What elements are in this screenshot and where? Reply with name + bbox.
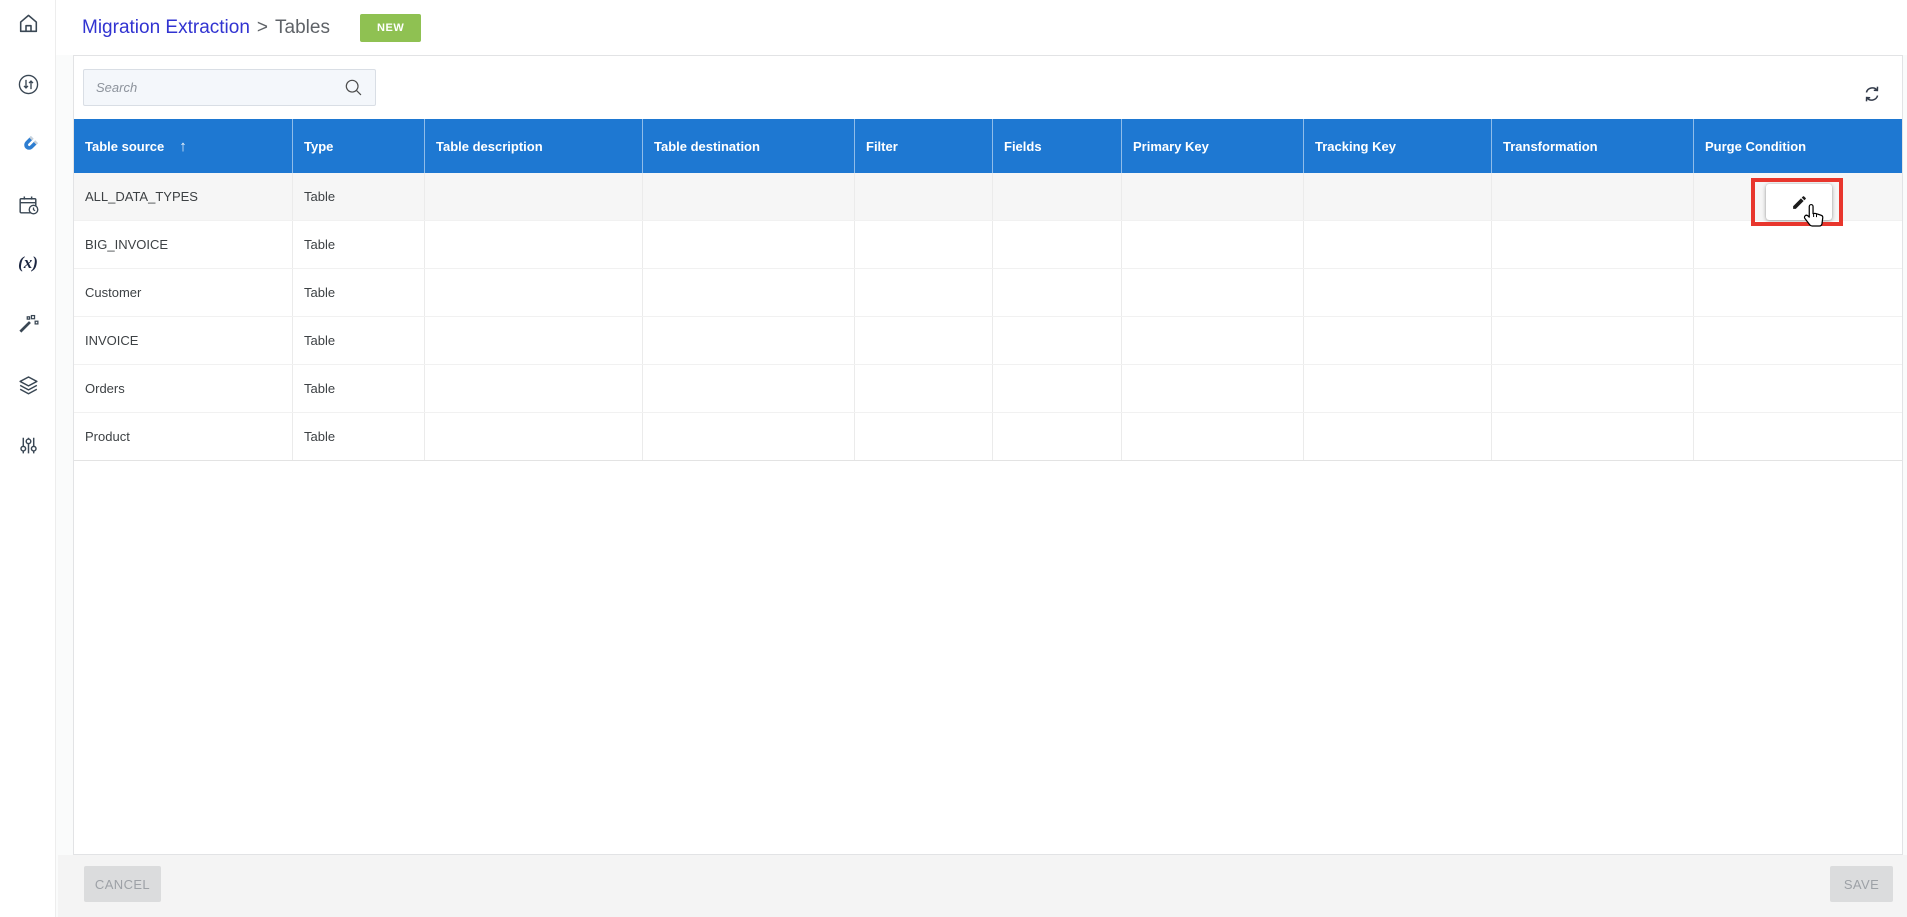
table-row-big-invoice[interactable]: BIG_INVOICE Table [74,221,1902,269]
column-header-tracking-key[interactable]: Tracking Key [1304,119,1492,173]
pencil-icon [1792,195,1806,209]
breadcrumb-separator: > [256,16,269,38]
cell-type: Table [293,317,425,364]
cell-table-source: ALL_DATA_TYPES [74,173,293,220]
table-header-row: Table source ↑ Type Table description Ta… [74,119,1902,173]
column-header-table-destination[interactable]: Table destination [643,119,855,173]
cell-table-destination [643,173,855,220]
cell-purge-condition [1694,173,1902,227]
search-input[interactable] [96,80,343,95]
top-bar: Migration Extraction > Tables NEW [56,0,1907,55]
layers-icon[interactable] [15,372,41,398]
cell-type: Table [293,173,425,220]
cell-primary-key [1122,173,1304,220]
cell-table-description [425,173,643,220]
breadcrumb-current-tables: Tables [275,16,330,38]
column-header-primary-key[interactable]: Primary Key [1122,119,1304,173]
breadcrumb: Migration Extraction > Tables [82,17,330,39]
cell-type: Table [293,365,425,412]
cell-tracking-key [1304,173,1492,220]
cell-transformation [1492,173,1694,220]
content-card: Table source ↑ Type Table description Ta… [73,55,1903,855]
cancel-button[interactable]: CANCEL [84,866,161,902]
column-header-table-description[interactable]: Table description [425,119,643,173]
cell-table-source: Orders [74,365,293,412]
table-row-invoice[interactable]: INVOICE Table [74,317,1902,365]
cell-fields [993,173,1122,220]
search-box [83,69,376,106]
cell-table-source: BIG_INVOICE [74,221,293,268]
home-icon[interactable] [15,10,41,36]
cell-table-source: Customer [74,269,293,316]
cell-type: Table [293,413,425,460]
column-header-filter[interactable]: Filter [855,119,993,173]
search-icon[interactable] [343,77,365,99]
column-header-table-source[interactable]: Table source ↑ [74,119,293,173]
save-button[interactable]: SAVE [1830,866,1893,902]
table-row-all-data-types[interactable]: ALL_DATA_TYPES Table [74,173,1902,227]
edit-purge-condition-button[interactable] [1766,184,1832,220]
function-icon-glyph: (x) [18,253,38,272]
sidebar: (x) [0,0,56,917]
column-header-type[interactable]: Type [293,119,425,173]
cell-table-source: INVOICE [74,317,293,364]
magic-wand-icon[interactable] [15,310,41,336]
sliders-icon[interactable] [15,432,41,458]
main-area: Migration Extraction > Tables NEW Search… [56,0,1907,917]
magnet-icon[interactable] [15,132,41,158]
table-row-customer[interactable]: Customer Table [74,269,1902,317]
sort-ascending-icon[interactable]: ↑ [179,138,187,155]
cell-type: Table [293,269,425,316]
breadcrumb-link-migration-extraction[interactable]: Migration Extraction [82,17,250,39]
new-button[interactable]: NEW [359,13,422,42]
tables-grid: Table source ↑ Type Table description Ta… [74,119,1902,461]
cell-table-source: Product [74,413,293,460]
column-header-transformation[interactable]: Transformation [1492,119,1694,173]
calendar-clock-icon[interactable] [15,192,41,218]
column-header-purge-condition[interactable]: Purge Condition [1694,119,1902,173]
footer-bar: CANCEL SAVE [58,855,1907,917]
sync-arrows-icon[interactable] [15,71,41,97]
function-icon[interactable]: (x) [15,250,41,276]
cell-type: Table [293,221,425,268]
column-header-fields[interactable]: Fields [993,119,1122,173]
refresh-icon[interactable] [1860,82,1884,106]
table-row-product[interactable]: Product Table [74,413,1902,461]
cell-filter [855,173,993,220]
table-row-orders[interactable]: Orders Table [74,365,1902,413]
